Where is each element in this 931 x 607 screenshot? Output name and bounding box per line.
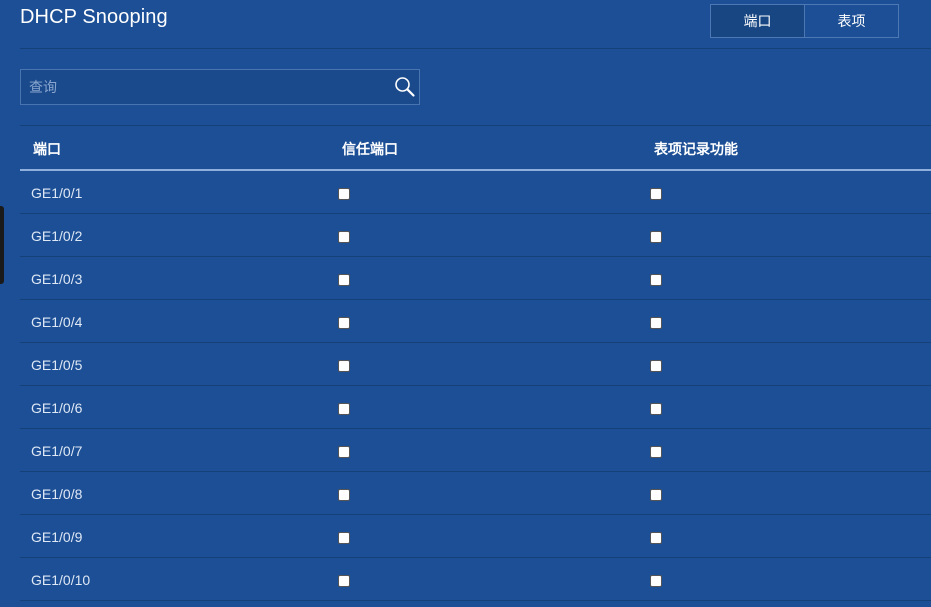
entry-record-checkbox[interactable] [650,403,662,415]
trusted-port-checkbox[interactable] [338,446,350,458]
column-header-trusted[interactable]: 信任端口 [342,139,398,159]
header-divider [20,48,931,49]
trusted-port-checkbox[interactable] [338,274,350,286]
page: DHCP Snooping 端口 表项 端口 信任端口 表项记录功能 GE1/0… [0,0,931,607]
port-name: GE1/0/8 [31,486,83,502]
port-name: GE1/0/4 [31,314,83,330]
table-row: GE1/0/3 [20,257,931,300]
search-input[interactable] [21,70,391,104]
table-row: GE1/0/10 [20,558,931,601]
tab-ports[interactable]: 端口 [711,5,804,37]
port-name: GE1/0/1 [31,185,83,201]
table-row: GE1/0/5 [20,343,931,386]
entry-record-checkbox[interactable] [650,532,662,544]
tab-entries[interactable]: 表项 [804,5,898,37]
trusted-port-checkbox[interactable] [338,403,350,415]
port-name: GE1/0/9 [31,529,83,545]
port-name: GE1/0/7 [31,443,83,459]
search-icon[interactable] [391,70,419,104]
trusted-port-checkbox[interactable] [338,489,350,501]
port-name: GE1/0/10 [31,572,91,588]
trusted-port-checkbox[interactable] [338,317,350,329]
trusted-port-checkbox[interactable] [338,575,350,587]
port-name: GE1/0/6 [31,400,83,416]
entry-record-checkbox[interactable] [650,274,662,286]
ports-table: 端口 信任端口 表项记录功能 GE1/0/1 GE1/0/2 GE1/0/3 GE1/… [20,125,931,601]
entry-record-checkbox[interactable] [650,446,662,458]
table-row: GE1/0/2 [20,214,931,257]
entry-record-checkbox[interactable] [650,231,662,243]
page-title: DHCP Snooping [20,6,168,28]
entry-record-checkbox[interactable] [650,489,662,501]
trusted-port-checkbox[interactable] [338,360,350,372]
column-header-record[interactable]: 表项记录功能 [654,139,738,159]
table-header: 端口 信任端口 表项记录功能 [20,126,931,171]
table-row: GE1/0/9 [20,515,931,558]
table-row: GE1/0/7 [20,429,931,472]
trusted-port-checkbox[interactable] [338,532,350,544]
table-row: GE1/0/6 [20,386,931,429]
entry-record-checkbox[interactable] [650,360,662,372]
port-name: GE1/0/5 [31,357,83,373]
side-panel-handle[interactable] [0,206,4,284]
trusted-port-checkbox[interactable] [338,188,350,200]
column-header-port[interactable]: 端口 [33,139,61,159]
table-row: GE1/0/8 [20,472,931,515]
trusted-port-checkbox[interactable] [338,231,350,243]
entry-record-checkbox[interactable] [650,575,662,587]
entry-record-checkbox[interactable] [650,188,662,200]
table-row: GE1/0/1 [20,171,931,214]
tab-bar: 端口 表项 [710,4,899,38]
port-name: GE1/0/2 [31,228,83,244]
port-name: GE1/0/3 [31,271,83,287]
search-box [20,69,420,105]
table-row: GE1/0/4 [20,300,931,343]
table-body: GE1/0/1 GE1/0/2 GE1/0/3 GE1/0/4 GE1/0/5 GE1/0… [20,171,931,601]
entry-record-checkbox[interactable] [650,317,662,329]
